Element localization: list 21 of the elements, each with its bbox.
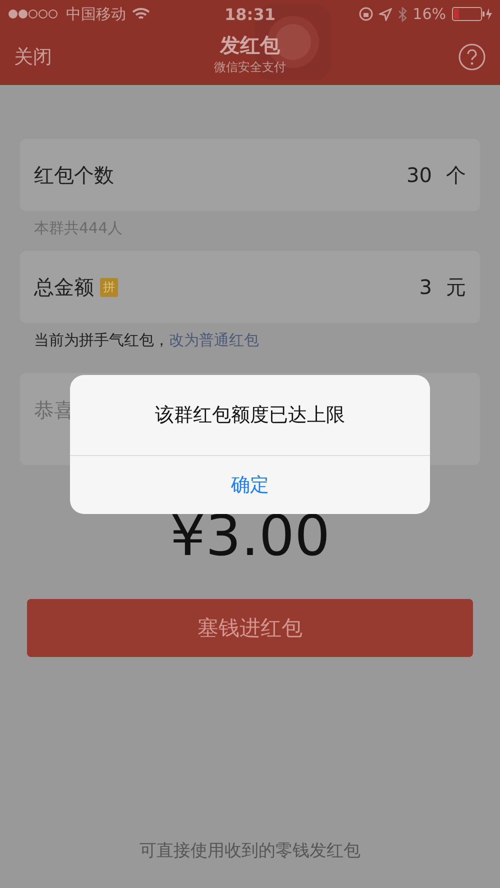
battery-percent: 16% (412, 5, 446, 23)
input-field[interactable]: 总金额 拼 3 元 (20, 251, 480, 323)
carrier-name: 中国移动 (66, 4, 126, 24)
page-title: 发红包 (220, 32, 280, 59)
wifi-icon (132, 8, 150, 20)
status-time: 18:31 (224, 4, 276, 24)
switch-link[interactable]: 改为普通红包 (169, 331, 259, 349)
location-icon (378, 8, 392, 20)
lucky-badge: 拼 (100, 278, 118, 296)
field-note: 当前为拼手气红包，改为普通红包 (33, 330, 260, 351)
rotation-lock-icon (358, 7, 373, 21)
help-icon[interactable] (458, 42, 486, 70)
footer-note: 可直接使用收到的零钱发红包 (138, 840, 362, 862)
signal-icon (8, 9, 60, 19)
alert-message: 该群红包额度已达上限 (70, 375, 430, 456)
page-subtitle: 微信安全支付 (214, 59, 286, 76)
bluetooth-icon (398, 6, 407, 22)
battery-icon (452, 7, 492, 21)
input-field[interactable]: 红包个数 30 个 (20, 139, 480, 211)
close-button[interactable]: 关闭 (14, 44, 52, 70)
submit-button[interactable]: 塞钱进红包 (27, 599, 473, 657)
